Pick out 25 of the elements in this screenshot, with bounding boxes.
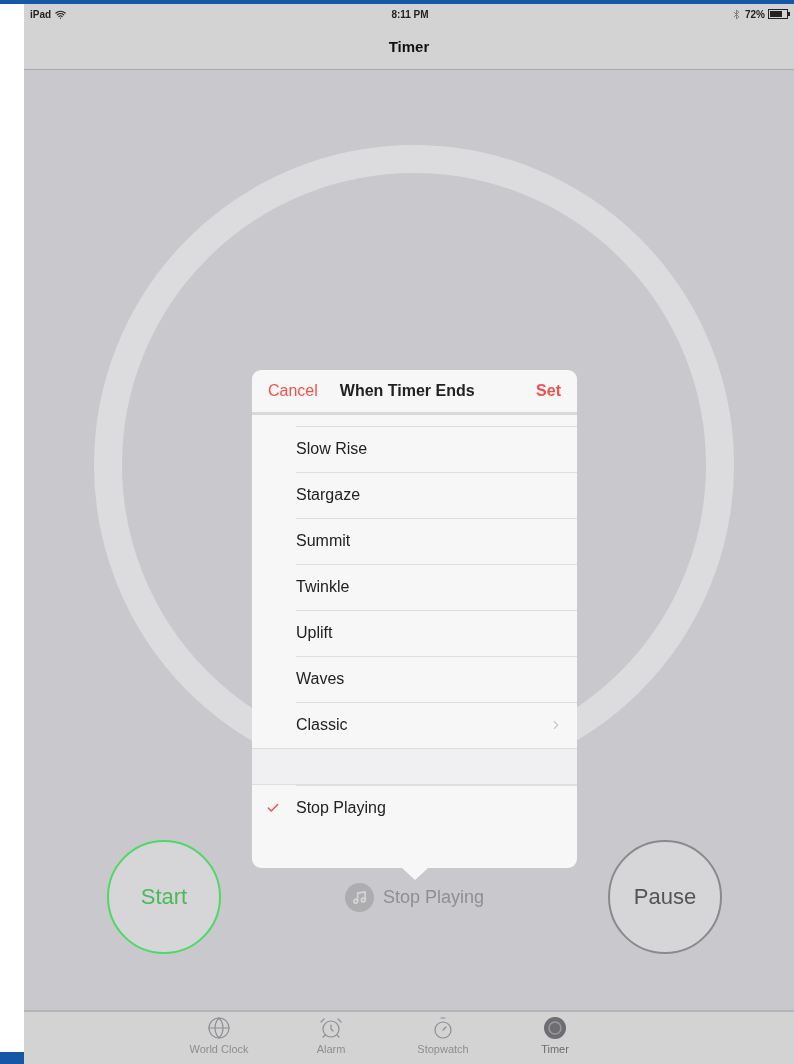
- wifi-icon: [55, 8, 67, 20]
- sound-label: Classic: [296, 716, 349, 734]
- music-icon: [344, 882, 374, 912]
- bluetooth-icon: [731, 8, 742, 20]
- battery-icon: [768, 9, 790, 19]
- stopwatch-icon: [431, 1016, 455, 1040]
- status-time: 8:11 PM: [391, 8, 429, 20]
- tab-bar-item[interactable]: Timer: [511, 1016, 599, 1064]
- popover-title: When Timer Ends: [338, 382, 476, 400]
- set-button[interactable]: Set: [536, 382, 561, 400]
- cancel-button[interactable]: Cancel: [268, 382, 318, 400]
- sound-label: Stop Playing: [296, 799, 387, 817]
- sound-label: Waves: [296, 670, 346, 688]
- sound-label: Summit: [296, 532, 352, 550]
- timer-icon: [543, 1016, 567, 1040]
- nav-title: Timer: [387, 37, 431, 57]
- pause-button[interactable]: Pause: [608, 840, 722, 954]
- globe-icon: [207, 1016, 231, 1040]
- sound-label: Twinkle: [296, 578, 351, 596]
- alarm-clock-icon: [319, 1016, 343, 1040]
- device-name: iPad: [30, 8, 52, 20]
- battery-percent: 72%: [745, 8, 765, 20]
- sound-label: Uplift: [296, 624, 334, 642]
- sound-label: Stargaze: [296, 486, 362, 504]
- sound-label: Slow Rise: [296, 440, 369, 458]
